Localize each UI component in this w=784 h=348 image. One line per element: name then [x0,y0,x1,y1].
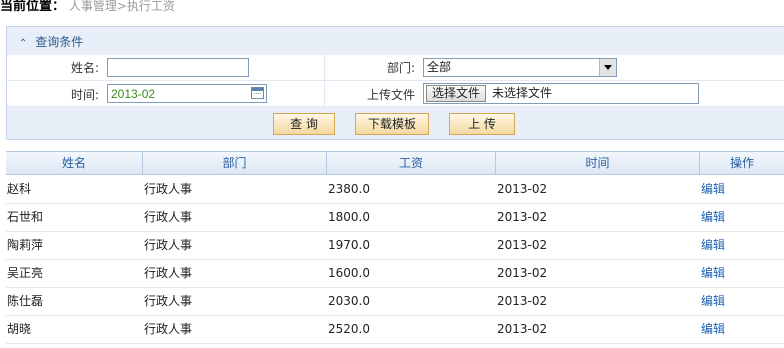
query-panel-title: 查询条件 [35,35,84,49]
cell-time: 2013-02 [497,266,548,280]
time-label: 时间: [70,88,99,102]
cell-name: 陶莉萍 [7,238,44,252]
file-status: 未选择文件 [492,86,553,100]
cell-dept: 行政人事 [144,238,193,252]
form-cell: 姓名: [7,55,325,80]
cell-salary: 1600.0 [328,266,370,280]
edit-link[interactable]: 编辑 [700,176,725,203]
cell-time: 2013-02 [497,182,548,196]
cell-name: 胡晓 [7,322,32,336]
query-form: 姓名: 部门: 全部 时间: 上传文件 选择文件 未选择文 [7,55,784,107]
cell-time: 2013-02 [497,322,548,336]
form-row: 姓名: 部门: 全部 [7,55,784,81]
cell-time: 2013-02 [497,238,548,252]
choose-file-button[interactable]: 选择文件 [426,85,487,102]
column-header-salary[interactable]: 工资 [327,152,496,174]
cell-name: 陈仕磊 [7,294,44,308]
cell-dept: 行政人事 [144,294,193,308]
breadcrumb-path: 人事管理>执行工资 [68,0,175,13]
file-input[interactable]: 选择文件 未选择文件 [423,83,699,104]
edit-link[interactable]: 编辑 [700,232,725,259]
breadcrumb: 当前位置： 人事管理>执行工资 [0,0,175,15]
name-input[interactable] [107,58,249,77]
cell-time: 2013-02 [497,210,548,224]
calendar-icon[interactable] [251,87,264,99]
form-cell: 部门: 全部 [325,55,784,80]
upload-label: 上传文件 [366,88,415,102]
cell-dept: 行政人事 [144,210,193,224]
cell-name: 石世和 [7,210,44,224]
table-row: 胡晓 行政人事 2520.0 2013-02 编辑 [6,316,784,344]
cell-time: 2013-02 [497,294,548,308]
table-row: 吴正亮 行政人事 1600.0 2013-02 编辑 [6,260,784,288]
cell-salary: 2030.0 [328,294,370,308]
chevron-down-icon[interactable] [599,59,616,76]
query-button[interactable]: 查 询 [273,113,335,135]
column-header-time[interactable]: 时间 [496,152,700,174]
dept-select[interactable]: 全部 [423,58,617,77]
upload-button[interactable]: 上 传 [449,113,515,135]
time-input[interactable] [107,84,267,103]
dept-select-value: 全部 [427,60,452,74]
form-cell: 上传文件 选择文件 未选择文件 [325,81,784,106]
cell-name: 吴正亮 [7,266,44,280]
cell-dept: 行政人事 [144,182,193,196]
breadcrumb-label: 当前位置： [0,0,66,14]
query-panel: ⌃ 查询条件 姓名: 部门: 全部 时间: 上传文件 [6,26,784,140]
edit-link[interactable]: 编辑 [700,204,725,231]
cell-dept: 行政人事 [144,266,193,280]
column-header-action: 操作 [729,156,754,170]
table-row: 石世和 行政人事 1800.0 2013-02 编辑 [6,204,784,232]
table-row: 陶莉萍 行政人事 1970.0 2013-02 编辑 [6,232,784,260]
cell-salary: 2520.0 [328,322,370,336]
table-row: 陈仕磊 行政人事 2030.0 2013-02 编辑 [6,288,784,316]
download-template-button[interactable]: 下载模板 [355,113,429,135]
chevron-up-icon: ⌃ [19,38,28,49]
table-header: 姓名 部门 工资 时间 操作 [6,151,784,175]
form-cell: 时间: [7,81,325,106]
query-panel-toggle[interactable]: ⌃ 查询条件 [19,34,83,50]
form-row: 时间: 上传文件 选择文件 未选择文件 [7,81,784,107]
cell-name: 赵科 [7,182,32,196]
cell-dept: 行政人事 [144,322,193,336]
column-header-dept[interactable]: 部门 [143,152,327,174]
cell-salary: 1800.0 [328,210,370,224]
table-row: 赵科 行政人事 2380.0 2013-02 编辑 [6,176,784,204]
edit-link[interactable]: 编辑 [700,288,725,315]
name-label: 姓名: [70,61,99,75]
dept-label: 部门: [386,61,415,75]
edit-link[interactable]: 编辑 [700,260,725,287]
edit-link[interactable]: 编辑 [700,316,725,343]
column-header-name[interactable]: 姓名 [6,152,143,174]
cell-salary: 1970.0 [328,238,370,252]
cell-salary: 2380.0 [328,182,370,196]
